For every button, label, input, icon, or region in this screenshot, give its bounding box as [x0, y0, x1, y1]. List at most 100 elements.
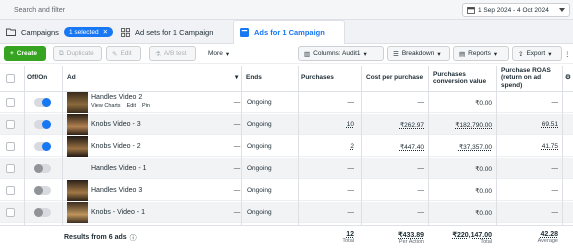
search-input[interactable]: Search and filter — [4, 3, 459, 17]
tab-ad-sets[interactable]: Ad sets for 1 Campaign — [121, 20, 213, 44]
row-checkbox[interactable] — [6, 208, 15, 217]
export-button[interactable]: ⇪ Export ▾ — [512, 46, 562, 61]
table-row[interactable]: Knobs Video - 3— Ongoing 10 ₹262.97 ₹182,790… — [0, 114, 573, 135]
create-button[interactable]: + Create — [4, 46, 46, 61]
view-charts-link[interactable]: View Charts — [91, 103, 121, 109]
col-purchases[interactable]: Purchases — [298, 64, 358, 92]
ad-thumbnail — [67, 92, 88, 113]
tab-ads-label: Ads for 1 Campaign — [254, 28, 325, 37]
table-row[interactable]: Handles Video 2 View Charts Edit Pin — Ongoin… — [0, 92, 573, 113]
ad-name[interactable]: Handles Video 3 — [91, 180, 142, 201]
total-cost-value: ₹433.89 — [398, 231, 424, 239]
col-conversion-value[interactable]: Purchases conversion value — [430, 64, 494, 92]
delivery-toggle[interactable] — [34, 208, 51, 217]
toggle-knob — [34, 208, 43, 217]
toggle-knob — [42, 120, 51, 129]
ad-thumbnail — [67, 114, 88, 135]
row-checkbox[interactable] — [6, 142, 15, 151]
select-all-checkbox[interactable] — [6, 74, 15, 83]
more-button[interactable]: More ▾ — [203, 46, 231, 61]
pencil-icon: ✎ — [112, 50, 118, 58]
row-actions: View Charts Edit Pin — [91, 103, 150, 109]
chevron-down-icon: ▾ — [363, 50, 367, 58]
average-roas-value: 42.28 — [540, 231, 558, 238]
table-row[interactable]: Knobs - Video - 1— Ongoing — — ₹0.00— — [0, 202, 573, 223]
row-checkbox[interactable] — [6, 98, 15, 107]
col-ends[interactable]: Ends — [243, 64, 298, 92]
purchases-value: — — [347, 209, 355, 216]
selected-badge-label: 1 selected — [68, 28, 99, 36]
plus-icon: + — [10, 50, 14, 57]
roas-value: 69.51 — [541, 121, 558, 128]
gear-icon[interactable]: ⚙ — [562, 64, 573, 92]
date-range-label: 1 Sep 2024 - 4 Oct 2024 — [478, 6, 549, 14]
ad-thumbnail — [67, 136, 88, 157]
duplicate-button[interactable]: ⧉ Duplicate — [53, 46, 102, 61]
ad-name[interactable]: Handles Video 2 — [91, 92, 142, 103]
ends-value: Ongoing — [247, 187, 272, 194]
calendar-icon — [467, 6, 475, 14]
col-off-on[interactable]: Off/On — [24, 64, 60, 92]
ad-name[interactable]: Knobs Video - 3 — [91, 114, 141, 135]
table-row[interactable]: Knobs Video - 2— Ongoing 2 ₹447.40 ₹37,357.0… — [0, 136, 573, 157]
search-placeholder: Search and filter — [14, 6, 65, 14]
cost-per-purchase-value: — — [417, 187, 425, 194]
ad-name[interactable]: Knobs - Video - 1 — [91, 202, 145, 223]
more-label: More — [208, 50, 223, 57]
conversion-value: ₹0.00 — [475, 187, 492, 195]
reports-icon: ▤ — [459, 50, 466, 58]
chevron-down-icon: ▾ — [493, 50, 498, 58]
purchases-value: — — [347, 165, 355, 172]
info-icon[interactable]: ⓘ — [130, 233, 137, 243]
roas-value: — — [551, 165, 559, 172]
columns-button[interactable]: ▥ Columns: Audit1 ▾ — [298, 46, 384, 61]
row-checkbox[interactable] — [6, 120, 15, 129]
roas-value: — — [551, 209, 559, 216]
toggle-knob — [34, 164, 43, 173]
duplicate-label: Duplicate — [66, 50, 94, 57]
toggle-knob — [42, 98, 51, 107]
close-icon[interactable]: ✕ — [103, 28, 108, 36]
breakdown-label: Breakdown — [401, 50, 435, 57]
tab-ads[interactable]: Ads for 1 Campaign — [233, 20, 345, 44]
ad-name[interactable]: Knobs Video - 2 — [91, 136, 141, 157]
column-divider — [562, 66, 563, 232]
average-roas: 42.28 Average — [496, 226, 562, 249]
col-ad[interactable]: Ad — [64, 64, 230, 92]
row-checkbox[interactable] — [6, 164, 15, 173]
delivery-toggle[interactable] — [34, 186, 51, 195]
chevron-down-icon: ▾ — [548, 50, 552, 58]
total-cost-sub: Per Action — [398, 238, 424, 245]
more-options-icon[interactable]: ⋮ — [564, 46, 573, 61]
column-divider — [62, 66, 63, 232]
ad-thumbnail — [67, 202, 88, 223]
total-purchases-sub: Total — [342, 238, 354, 244]
edit-link[interactable]: Edit — [127, 103, 136, 109]
average-roas-sub: Average — [537, 238, 558, 244]
cost-per-purchase-value: — — [417, 99, 425, 106]
selected-badge[interactable]: 1 selected ✕ — [63, 27, 114, 37]
row-checkbox[interactable] — [6, 186, 15, 195]
col-cost-per-purchase[interactable]: Cost per purchase — [363, 64, 425, 92]
delivery-toggle[interactable] — [34, 164, 51, 173]
delivery-toggle[interactable] — [34, 120, 51, 129]
table-row[interactable]: Handles Video - 1— Ongoing — — ₹0.00— — [0, 158, 573, 179]
ab-test-button[interactable]: ⚗ A/B test — [149, 46, 196, 61]
col-roas[interactable]: Purchase ROAS (return on ad spend) — [498, 64, 562, 92]
conversion-value: ₹0.00 — [475, 99, 492, 107]
pin-link[interactable]: Pin — [142, 103, 150, 109]
breakdown-button[interactable]: ☰ Breakdown ▾ — [387, 46, 450, 61]
ad-name[interactable]: Handles Video - 1 — [91, 158, 147, 179]
delivery-toggle[interactable] — [34, 142, 51, 151]
date-range-picker[interactable]: 1 Sep 2024 - 4 Oct 2024 — [462, 3, 570, 17]
purchases-value: 2 — [350, 143, 354, 150]
reports-button[interactable]: ▤ Reports ▾ — [453, 46, 509, 61]
tab-campaigns-label: Campaigns — [21, 27, 59, 37]
reports-label: Reports — [468, 50, 491, 57]
edit-button[interactable]: ✎ Edit — [106, 46, 141, 61]
sort-icon[interactable]: ▾ — [232, 64, 240, 92]
delivery-toggle[interactable] — [34, 98, 51, 107]
edit-label: Edit — [120, 50, 132, 57]
table-row[interactable]: Handles Video 3— Ongoing — — ₹0.00— — [0, 180, 573, 201]
tab-campaigns[interactable]: Campaigns 1 selected ✕ — [6, 20, 114, 44]
